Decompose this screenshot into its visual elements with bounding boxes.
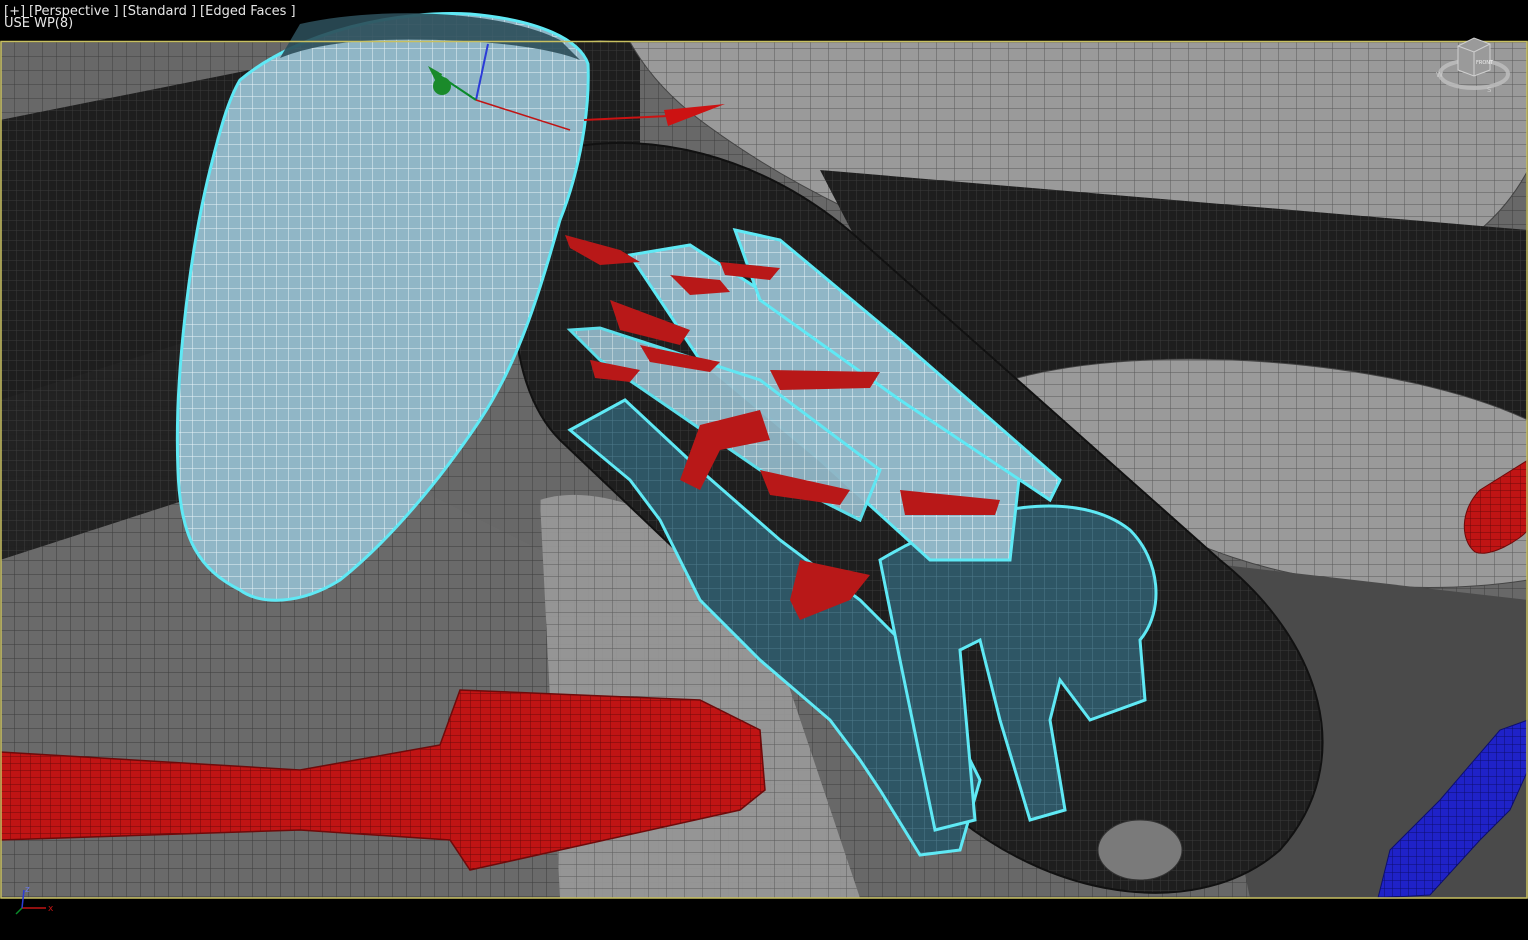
perspective-viewport[interactable]: [+] [Perspective ] [Standard ] [Edged Fa… (0, 0, 1528, 940)
viewcube-face-label: FRONT (1476, 60, 1494, 66)
viewport-shading-preset-menu[interactable]: [Standard ] (123, 5, 196, 18)
axis-x-label: x (48, 904, 54, 914)
viewport-label-group: [+] [Perspective ] [Standard ] [Edged Fa… (4, 5, 296, 31)
compass-south-label: S (1487, 86, 1492, 94)
axis-tripod-icon: x z (15, 885, 54, 915)
viewport-scene[interactable] (0, 0, 1528, 940)
axis-z-label: z (25, 885, 30, 895)
barrel-axle-pin (1097, 819, 1183, 881)
viewport-display-mode-menu[interactable]: [Edged Faces ] (200, 5, 296, 18)
working-pivot-indicator: USE WP(8) (4, 16, 74, 31)
compass-west-label: W (1436, 71, 1443, 79)
viewcube-icon[interactable]: FRONT W S (1432, 30, 1516, 96)
